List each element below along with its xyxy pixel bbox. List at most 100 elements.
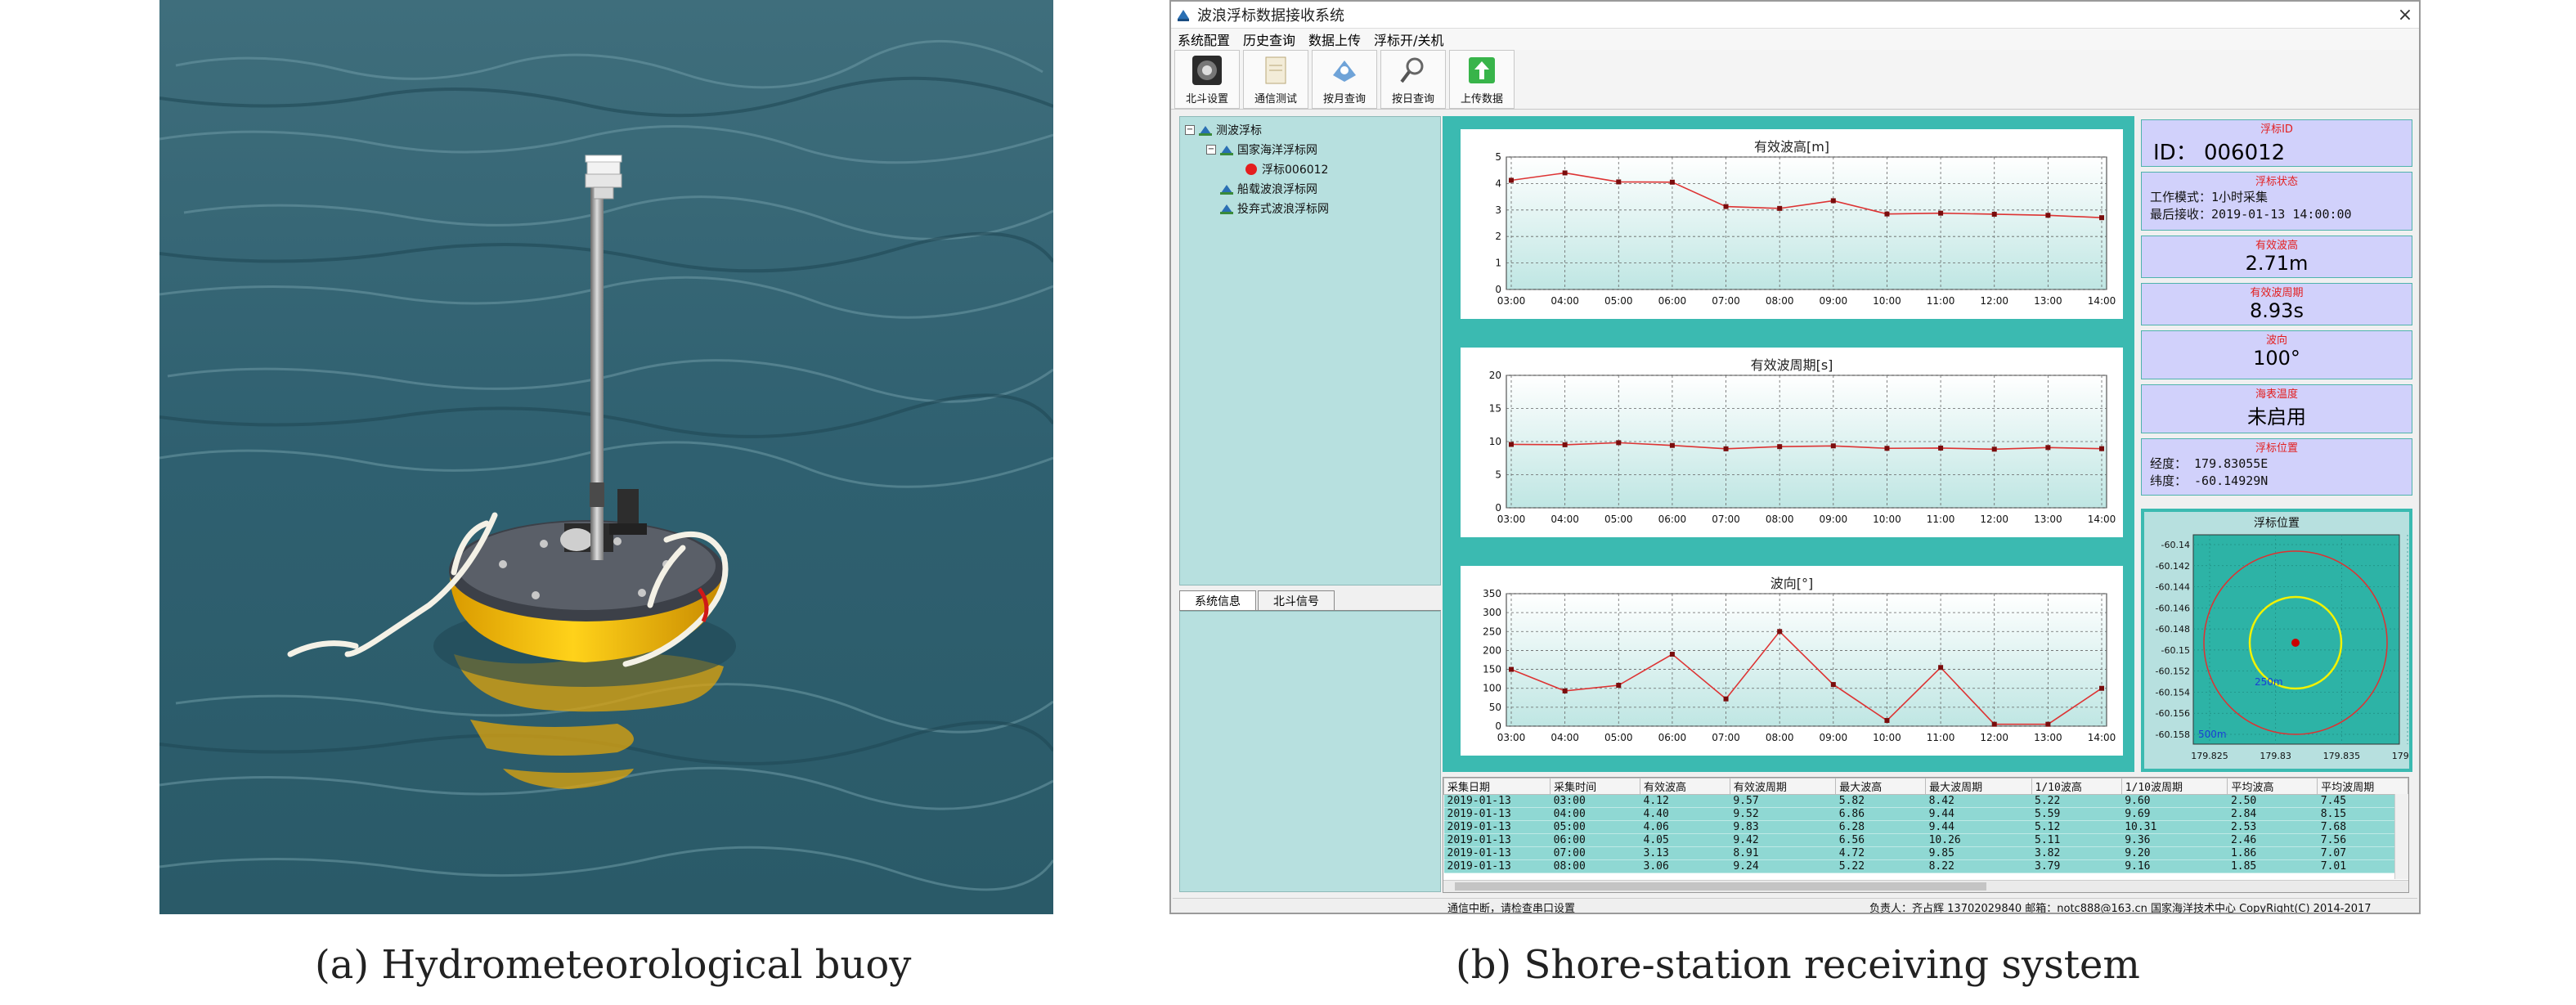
y-tick-label: -60.156 xyxy=(2156,708,2190,719)
table-row[interactable]: 2019-01-13 03:00 4.12 9.57 5.82 8.42 5.22 9.60 2… xyxy=(1443,794,2408,808)
chart-wave-direction: 波向[°] 350 300 250 200 150 100 50 0 03:00 04:00 05:… xyxy=(1461,566,2123,756)
table-cell: 9.24 xyxy=(1730,859,1836,873)
table-row[interactable]: 2019-01-13 08:00 3.06 9.24 5.22 8.22 3.79 9.16 1… xyxy=(1443,859,2408,873)
table-row[interactable]: 2019-01-13 06:00 4.05 9.42 6.56 10.26 5.11 9.36… xyxy=(1443,833,2408,847)
x-tick-label: 12:00 xyxy=(1980,732,2008,743)
column-header[interactable]: 1/10波高 xyxy=(2031,778,2122,795)
wave-height-box: 有效波高 2.71m xyxy=(2141,236,2412,278)
menu-buoy-power[interactable]: 浮标开/关机 xyxy=(1367,29,1450,49)
y-tick-label: 150 xyxy=(1483,664,1501,675)
y-tick-label: -60.158 xyxy=(2156,729,2190,740)
plot-area xyxy=(1506,156,2107,290)
column-header[interactable]: 采集时间 xyxy=(1550,778,1640,795)
tab-beidou-signal[interactable]: 北斗信号 xyxy=(1258,590,1335,610)
data-point xyxy=(2045,721,2051,727)
work-mode: 工作模式：1小时采集 xyxy=(2150,190,2269,204)
x-tick-label: 11:00 xyxy=(1927,514,1955,525)
data-point xyxy=(1509,666,1514,672)
close-icon[interactable]: × xyxy=(2391,5,2419,25)
table-row[interactable]: 2019-01-13 05:00 4.06 9.83 6.28 9.44 5.12 10.31… xyxy=(1443,820,2408,834)
data-point xyxy=(1884,446,1890,451)
tree-buoy-006012[interactable]: 浮标006012 xyxy=(1244,161,1328,177)
data-point xyxy=(1509,177,1514,183)
wave-direction-box: 波向 100° xyxy=(2141,330,2412,379)
wave-period-box: 有效波周期 8.93s xyxy=(2141,283,2412,325)
data-point xyxy=(1884,211,1890,217)
beidou-settings-button[interactable]: 北斗设置 xyxy=(1174,50,1240,109)
x-tick-label: 179.84 xyxy=(2392,751,2409,761)
wave-height-value: 2.71m xyxy=(2245,252,2309,275)
data-point xyxy=(1723,446,1729,451)
buoy-status-box: 浮标状态 工作模式：1小时采集 最后接收：2019-01-13 14:00:00 xyxy=(2141,172,2412,231)
menu-upload[interactable]: 数据上传 xyxy=(1302,29,1367,49)
tab-system-info[interactable]: 系统信息 xyxy=(1179,590,1256,610)
app-icon xyxy=(1178,10,1189,21)
data-point xyxy=(2045,213,2051,218)
column-header[interactable]: 有效波周期 xyxy=(1729,778,1837,795)
x-tick-label: 14:00 xyxy=(2088,295,2116,307)
data-point xyxy=(1938,445,1944,451)
table-cell: 1.85 xyxy=(2227,859,2318,873)
table-row[interactable]: 2019-01-13 07:00 3.13 8.91 4.72 9.85 3.82 9.20 1… xyxy=(1443,846,2408,860)
column-header[interactable]: 1/10波周期 xyxy=(2120,778,2228,795)
column-header[interactable]: 采集日期 xyxy=(1443,778,1551,795)
table-cell: 2019-01-13 xyxy=(1443,833,1551,847)
menu-system-config[interactable]: 系统配置 xyxy=(1171,29,1236,49)
data-point xyxy=(2045,445,2051,451)
upload-data-button[interactable]: 上传数据 xyxy=(1449,50,1515,109)
data-table: 采集日期 采集时间 有效波高 有效波周期 最大波高 最大波周期 1/10波高 1/10波周期平… xyxy=(1443,778,2408,873)
table-row[interactable]: 2019-01-13 04:00 4.40 9.52 6.86 9.44 5.59 9.69 2… xyxy=(1443,807,2408,821)
tree-group-ship[interactable]: 船载波浪浮标网 xyxy=(1219,181,1317,197)
data-point xyxy=(1991,446,1997,452)
column-header[interactable]: 最大波周期 xyxy=(1925,778,2032,795)
menu-history[interactable]: 历史查询 xyxy=(1236,29,1302,49)
column-header[interactable]: 最大波高 xyxy=(1835,778,1927,795)
data-table-panel: 采集日期 采集时间 有效波高 有效波周期 最大波高 最大波周期 1/10波高 1/10波周期平… xyxy=(1443,777,2409,893)
collapse-icon[interactable]: − xyxy=(1206,145,1216,155)
x-tick-label: 07:00 xyxy=(1712,732,1740,743)
table-cell: 3.79 xyxy=(2031,859,2122,873)
table-cell: 6.86 xyxy=(1835,807,1926,821)
y-tick-label: 2 xyxy=(1495,231,1501,242)
comm-test-button[interactable]: 通信测试 xyxy=(1243,50,1308,109)
column-header[interactable]: 平均波高 xyxy=(2227,778,2318,795)
ring-inner-label: 250m xyxy=(2255,676,2283,688)
column-header[interactable]: 平均波周期 xyxy=(2317,778,2408,795)
table-cell: 9.20 xyxy=(2121,846,2228,860)
data-point xyxy=(2099,446,2104,451)
document-icon xyxy=(1265,56,1286,84)
x-tick-label: 14:00 xyxy=(2088,732,2116,743)
chart-wave-direction-plot: 350 300 250 200 150 100 50 003:00 04:00 05:00 06:0… xyxy=(1483,588,2116,743)
vertical-scrollbar[interactable] xyxy=(2394,794,2408,879)
tree-group-national[interactable]: − 国家海洋浮标网 xyxy=(1206,141,1317,158)
y-tick-label: 100 xyxy=(1483,683,1501,694)
horizontal-scrollbar[interactable] xyxy=(1443,880,2408,892)
data-point xyxy=(1509,442,1514,447)
x-tick-label: 09:00 xyxy=(1820,295,1848,307)
daily-query-button[interactable]: 按日查询 xyxy=(1380,50,1446,109)
tree-root[interactable]: − 测波浮标 xyxy=(1185,122,1262,138)
table-cell: 8.42 xyxy=(1925,794,2032,808)
wave-direction-value: 100° xyxy=(2253,347,2300,370)
x-tick-label: 10:00 xyxy=(1873,295,1901,307)
column-header[interactable]: 有效波高 xyxy=(1640,778,1730,795)
table-cell: 9.85 xyxy=(1925,846,2032,860)
table-cell: 04:00 xyxy=(1550,807,1640,821)
magnifier-icon xyxy=(1400,57,1424,83)
data-point xyxy=(2099,685,2104,691)
monthly-query-button[interactable]: 按月查询 xyxy=(1312,50,1377,109)
table-cell: 2019-01-13 xyxy=(1443,859,1551,873)
data-point xyxy=(1616,179,1622,185)
x-tick-label: 179.825 xyxy=(2191,751,2228,761)
table-cell: 4.05 xyxy=(1640,833,1730,847)
collapse-icon[interactable]: − xyxy=(1185,125,1195,135)
scroll-thumb[interactable] xyxy=(1455,882,1986,891)
tree-group-expendable[interactable]: 投弃式波浪浮标网 xyxy=(1219,200,1329,217)
x-tick-label: 11:00 xyxy=(1927,732,1955,743)
table-cell: 9.16 xyxy=(2121,859,2228,873)
y-tick-label: 350 xyxy=(1483,588,1501,599)
table-cell: 03:00 xyxy=(1550,794,1640,808)
y-tick-label: 5 xyxy=(1495,151,1501,163)
data-point xyxy=(1669,652,1675,657)
y-tick-label: 50 xyxy=(1489,702,1501,713)
